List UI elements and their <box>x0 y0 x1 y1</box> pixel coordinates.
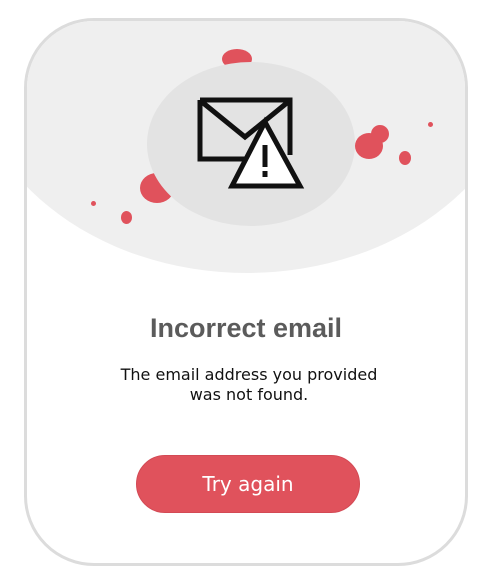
dialog-title: Incorrect email <box>149 313 343 343</box>
paint-splash <box>121 211 132 224</box>
mail-warning-icon <box>197 97 305 189</box>
error-dialog-card: Incorrect email The email address you pr… <box>24 18 468 566</box>
paint-splash <box>399 151 411 165</box>
paint-splash <box>428 122 433 127</box>
dialog-message: The email address you provided was not f… <box>120 365 378 404</box>
try-again-button[interactable]: Try again <box>136 455 360 513</box>
paint-splash <box>371 125 389 143</box>
paint-splash <box>91 201 96 206</box>
